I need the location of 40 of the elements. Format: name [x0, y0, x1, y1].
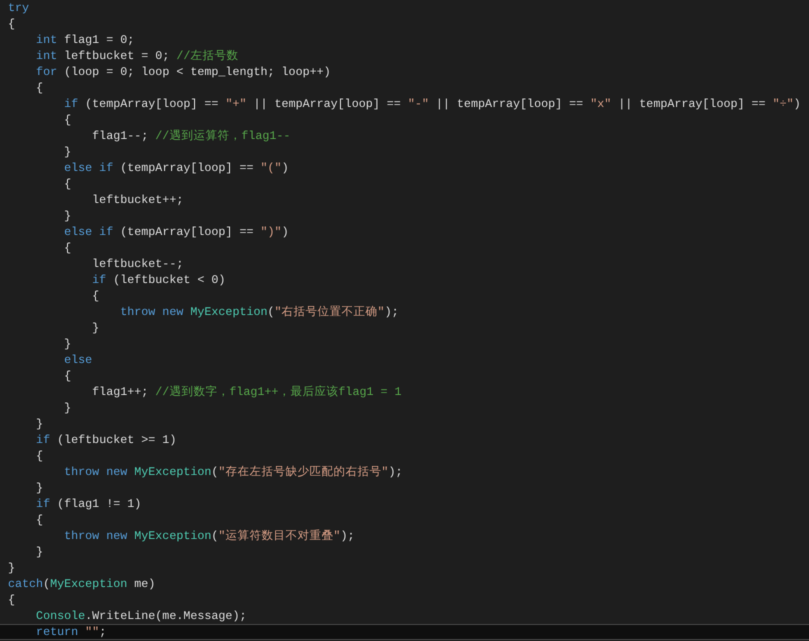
code-line: else — [63, 352, 92, 368]
code-line: throw new MyException("存在左括号缺少匹配的右括号"); — [63, 464, 402, 480]
code-line: if (leftbucket >= 1) — [35, 432, 176, 448]
code-line: int flag1 = 0; — [35, 32, 134, 48]
code-line: leftbucket--; — [91, 256, 184, 272]
code-line: } — [63, 336, 72, 352]
code-line: if (flag1 != 1) — [35, 496, 142, 512]
code-line: throw new MyException("右括号位置不正确"); — [119, 304, 399, 320]
code-line: else if (tempArray[loop] == ")") — [63, 224, 289, 240]
code-line: throw new MyException("运算符数目不对重叠"); — [63, 528, 354, 544]
code-line: if (tempArray[loop] == "+" || tempArray[loop] == "-" || tempArray[loop] == "x" || tempArray[loop] == "÷") — [63, 96, 801, 112]
code-line: try — [8, 0, 30, 16]
code-line: } — [35, 480, 44, 496]
code-line: } — [35, 416, 44, 432]
code-line: { — [91, 288, 100, 304]
code-line: leftbucket++; — [91, 192, 184, 208]
code-line: else if (tempArray[loop] == "(") — [63, 160, 289, 176]
code-line: catch(MyException me) — [8, 576, 156, 592]
code-line: { — [8, 16, 16, 32]
code-line: } — [91, 320, 100, 336]
code-line: { — [35, 80, 44, 96]
code-line: { — [63, 240, 72, 256]
code-line: { — [63, 176, 72, 192]
code-line: flag1--; //遇到运算符，flag1-- — [91, 128, 290, 144]
code-line: { — [35, 512, 44, 528]
code-line: for (loop = 0; loop < temp_length; loop++) — [35, 64, 331, 80]
code-line: { — [63, 368, 72, 384]
code-line: Console.WriteLine(me.Message); — [35, 608, 246, 624]
code-line: } — [35, 544, 44, 560]
code-line: } — [63, 208, 72, 224]
code-line: { — [8, 592, 16, 608]
code-line: } — [63, 144, 72, 160]
code-line: flag1++; //遇到数字，flag1++，最后应该flag1 = 1 — [91, 384, 402, 400]
code-line: } — [8, 560, 16, 576]
code-line: } — [63, 400, 72, 416]
code-line: if (leftbucket < 0) — [91, 272, 226, 288]
code-line: int leftbucket = 0; //左括号数 — [35, 48, 238, 64]
code-line: { — [35, 448, 44, 464]
code-line: return ""; — [35, 625, 106, 639]
code-line: { — [63, 112, 72, 128]
